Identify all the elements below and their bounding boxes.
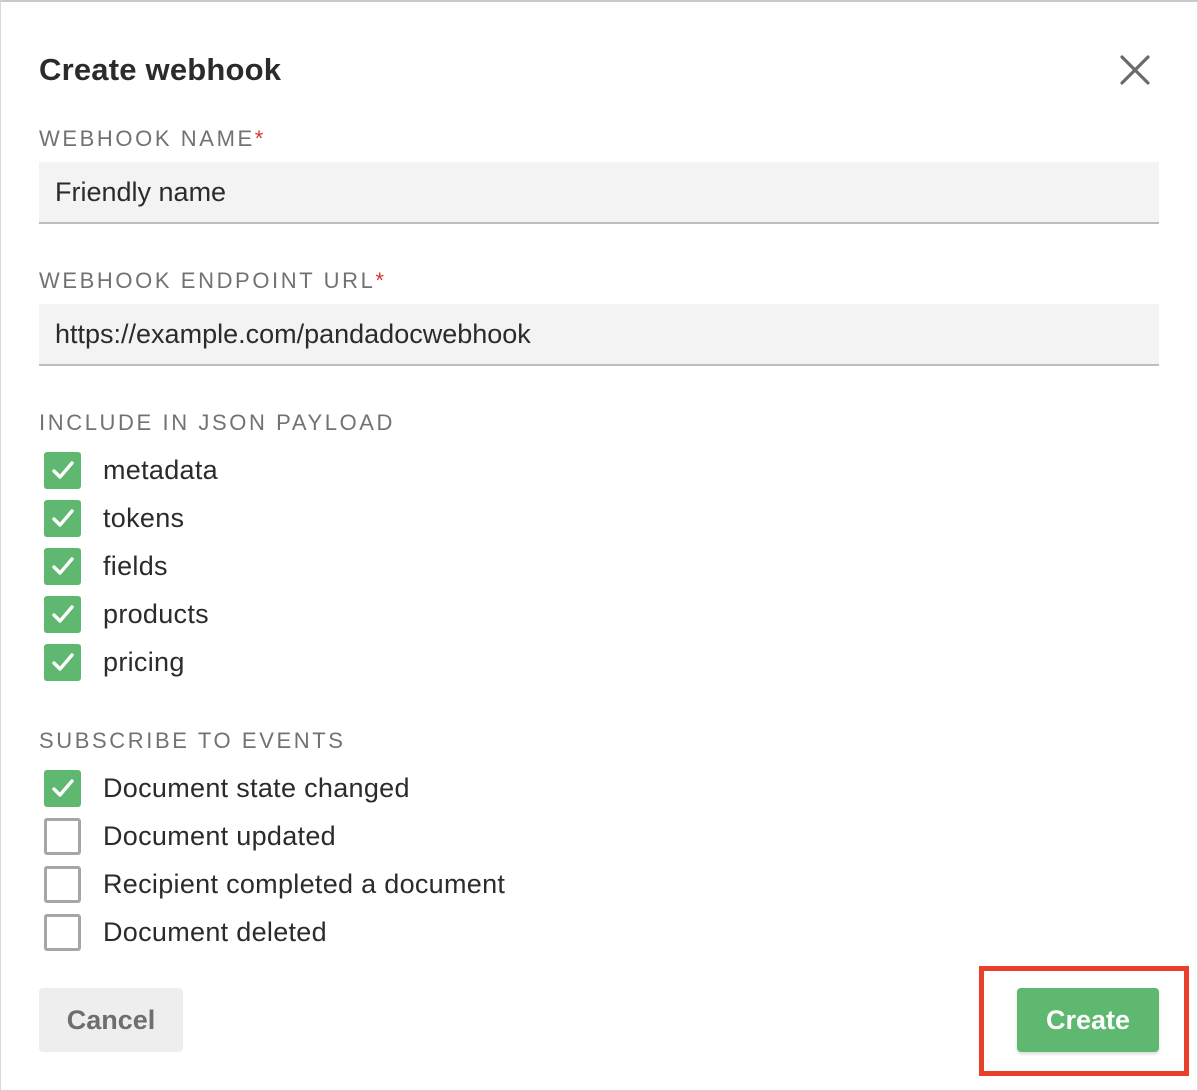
checkmark-icon <box>51 461 74 479</box>
checkbox-checked[interactable] <box>44 547 81 585</box>
event-option-recipient-completed[interactable]: Recipient completed a document <box>44 865 505 903</box>
payload-option-products[interactable]: products <box>44 595 209 633</box>
webhook-endpoint-url-label: WEBHOOK ENDPOINT URL* <box>39 268 384 293</box>
payload-option-tokens[interactable]: tokens <box>44 499 184 537</box>
option-label: fields <box>103 550 168 581</box>
checkbox-checked[interactable] <box>44 595 81 633</box>
checkmark-icon <box>51 605 74 623</box>
checkmark-icon <box>51 653 74 671</box>
event-option-document-deleted[interactable]: Document deleted <box>44 913 327 951</box>
option-label: metadata <box>103 454 218 485</box>
option-label: products <box>103 598 209 629</box>
checkbox-unchecked[interactable] <box>44 817 81 855</box>
webhook-endpoint-url-input[interactable] <box>39 304 1159 366</box>
payload-option-fields[interactable]: fields <box>44 547 168 585</box>
checkmark-icon <box>51 779 74 797</box>
option-label: Document deleted <box>103 916 327 947</box>
checkbox-checked[interactable] <box>44 769 81 807</box>
event-option-document-state-changed[interactable]: Document state changed <box>44 769 410 807</box>
checkbox-checked[interactable] <box>44 643 81 681</box>
cancel-button[interactable]: Cancel <box>39 988 183 1052</box>
option-label: Recipient completed a document <box>103 868 506 899</box>
webhook-name-input[interactable] <box>39 162 1159 224</box>
close-icon[interactable] <box>1117 52 1153 88</box>
create-webhook-dialog: Create webhook WEBHOOK NAME* WEBHOOK END… <box>0 0 1198 1090</box>
checkbox-unchecked[interactable] <box>44 913 81 951</box>
required-mark: * <box>254 126 264 151</box>
checkbox-checked[interactable] <box>44 499 81 537</box>
payload-option-pricing[interactable]: pricing <box>44 643 185 681</box>
checkmark-icon <box>51 557 74 575</box>
option-label: pricing <box>103 646 185 677</box>
events-section-label: SUBSCRIBE TO EVENTS <box>39 728 346 753</box>
event-option-document-updated[interactable]: Document updated <box>44 817 336 855</box>
payload-section-label: INCLUDE IN JSON PAYLOAD <box>39 410 396 435</box>
dialog-title: Create webhook <box>39 52 282 87</box>
option-label: Document state changed <box>103 772 410 803</box>
option-label: Document updated <box>103 820 336 851</box>
create-button[interactable]: Create <box>1017 988 1159 1052</box>
checkbox-checked[interactable] <box>44 451 81 489</box>
option-label: tokens <box>103 502 185 533</box>
webhook-name-label: WEBHOOK NAME* <box>39 126 264 151</box>
checkbox-unchecked[interactable] <box>44 865 81 903</box>
checkmark-icon <box>51 509 74 527</box>
payload-option-metadata[interactable]: metadata <box>44 451 218 489</box>
required-mark: * <box>375 268 384 293</box>
